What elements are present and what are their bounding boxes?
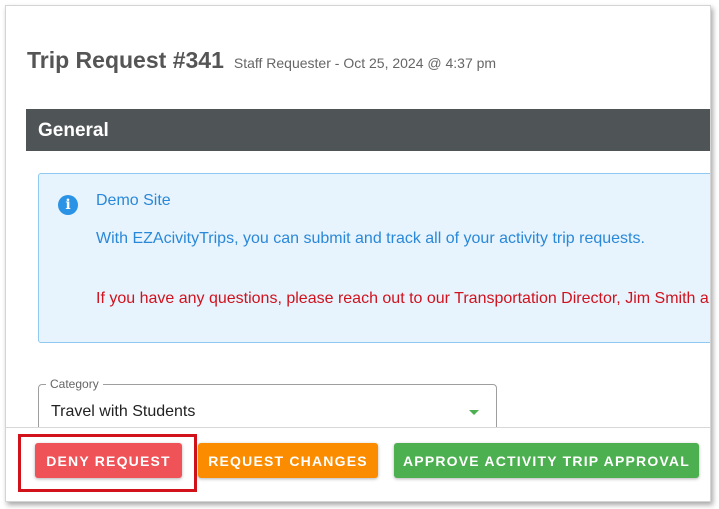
request-changes-button[interactable]: REQUEST CHANGES (198, 443, 378, 478)
notice-warning: If you have any questions, please reach … (96, 290, 709, 307)
category-label: Category (46, 377, 103, 391)
notice-heading: Demo Site (96, 192, 171, 209)
dropdown-arrow-icon[interactable] (469, 410, 479, 415)
section-header-general[interactable]: General (26, 109, 710, 151)
page-title: Trip Request #341 (27, 47, 224, 73)
section-title: General (38, 120, 109, 141)
page-header: Trip Request #341 Staff Requester - Oct … (27, 47, 496, 74)
notice-text: With EZAcivityTrips, you can submit and … (96, 230, 645, 247)
action-bar: DENY REQUEST REQUEST CHANGES APPROVE ACT… (6, 427, 710, 501)
deny-request-button[interactable]: DENY REQUEST (35, 443, 182, 478)
approve-trip-button[interactable]: APPROVE ACTIVITY TRIP APPROVAL (394, 443, 699, 478)
request-meta: Staff Requester - Oct 25, 2024 @ 4:37 pm (233, 55, 497, 71)
trip-request-window: Trip Request #341 Staff Requester - Oct … (5, 5, 711, 502)
info-icon: i (58, 195, 78, 215)
category-value: Travel with Students (51, 403, 196, 420)
demo-site-notice: i Demo Site With EZAcivityTrips, you can… (38, 173, 710, 343)
